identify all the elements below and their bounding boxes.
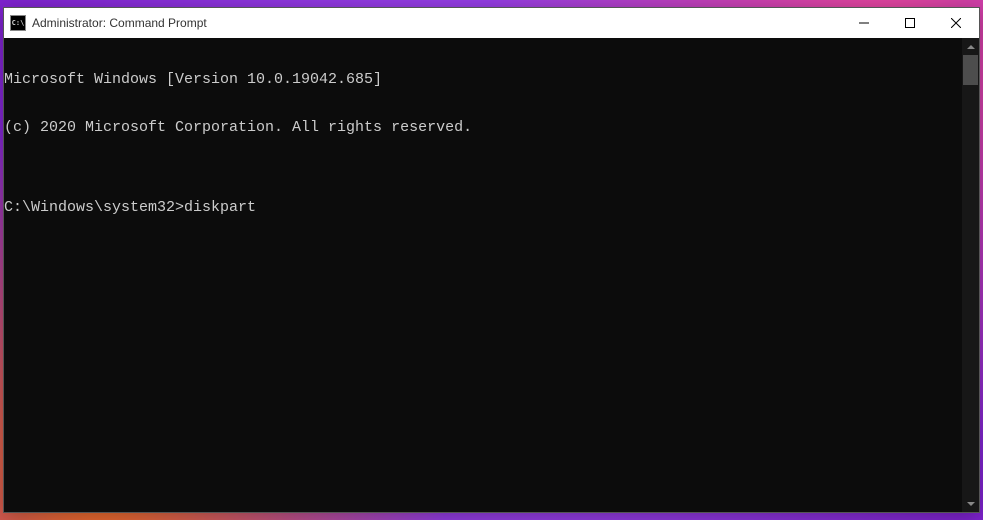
minimize-button[interactable] xyxy=(841,8,887,38)
minimize-icon xyxy=(859,18,869,28)
maximize-button[interactable] xyxy=(887,8,933,38)
terminal-line: (c) 2020 Microsoft Corporation. All righ… xyxy=(4,120,962,136)
command-prompt-window: C:\ Administrator: Command Prompt xyxy=(3,7,980,513)
titlebar[interactable]: C:\ Administrator: Command Prompt xyxy=(4,8,979,38)
scroll-up-arrow-icon[interactable] xyxy=(962,38,979,55)
close-icon xyxy=(951,18,961,28)
scroll-down-arrow-icon[interactable] xyxy=(962,495,979,512)
window-controls xyxy=(841,8,979,38)
terminal-area: Microsoft Windows [Version 10.0.19042.68… xyxy=(4,38,979,512)
terminal-content[interactable]: Microsoft Windows [Version 10.0.19042.68… xyxy=(4,38,962,512)
close-button[interactable] xyxy=(933,8,979,38)
terminal-line: Microsoft Windows [Version 10.0.19042.68… xyxy=(4,72,962,88)
cmd-icon-label: C:\ xyxy=(12,19,25,27)
maximize-icon xyxy=(905,18,915,28)
cmd-icon: C:\ xyxy=(10,15,26,31)
scroll-track[interactable] xyxy=(962,55,979,495)
terminal-line: C:\Windows\system32>diskpart xyxy=(4,200,962,216)
vertical-scrollbar[interactable] xyxy=(962,38,979,512)
window-title: Administrator: Command Prompt xyxy=(32,16,841,30)
scroll-thumb[interactable] xyxy=(963,55,978,85)
